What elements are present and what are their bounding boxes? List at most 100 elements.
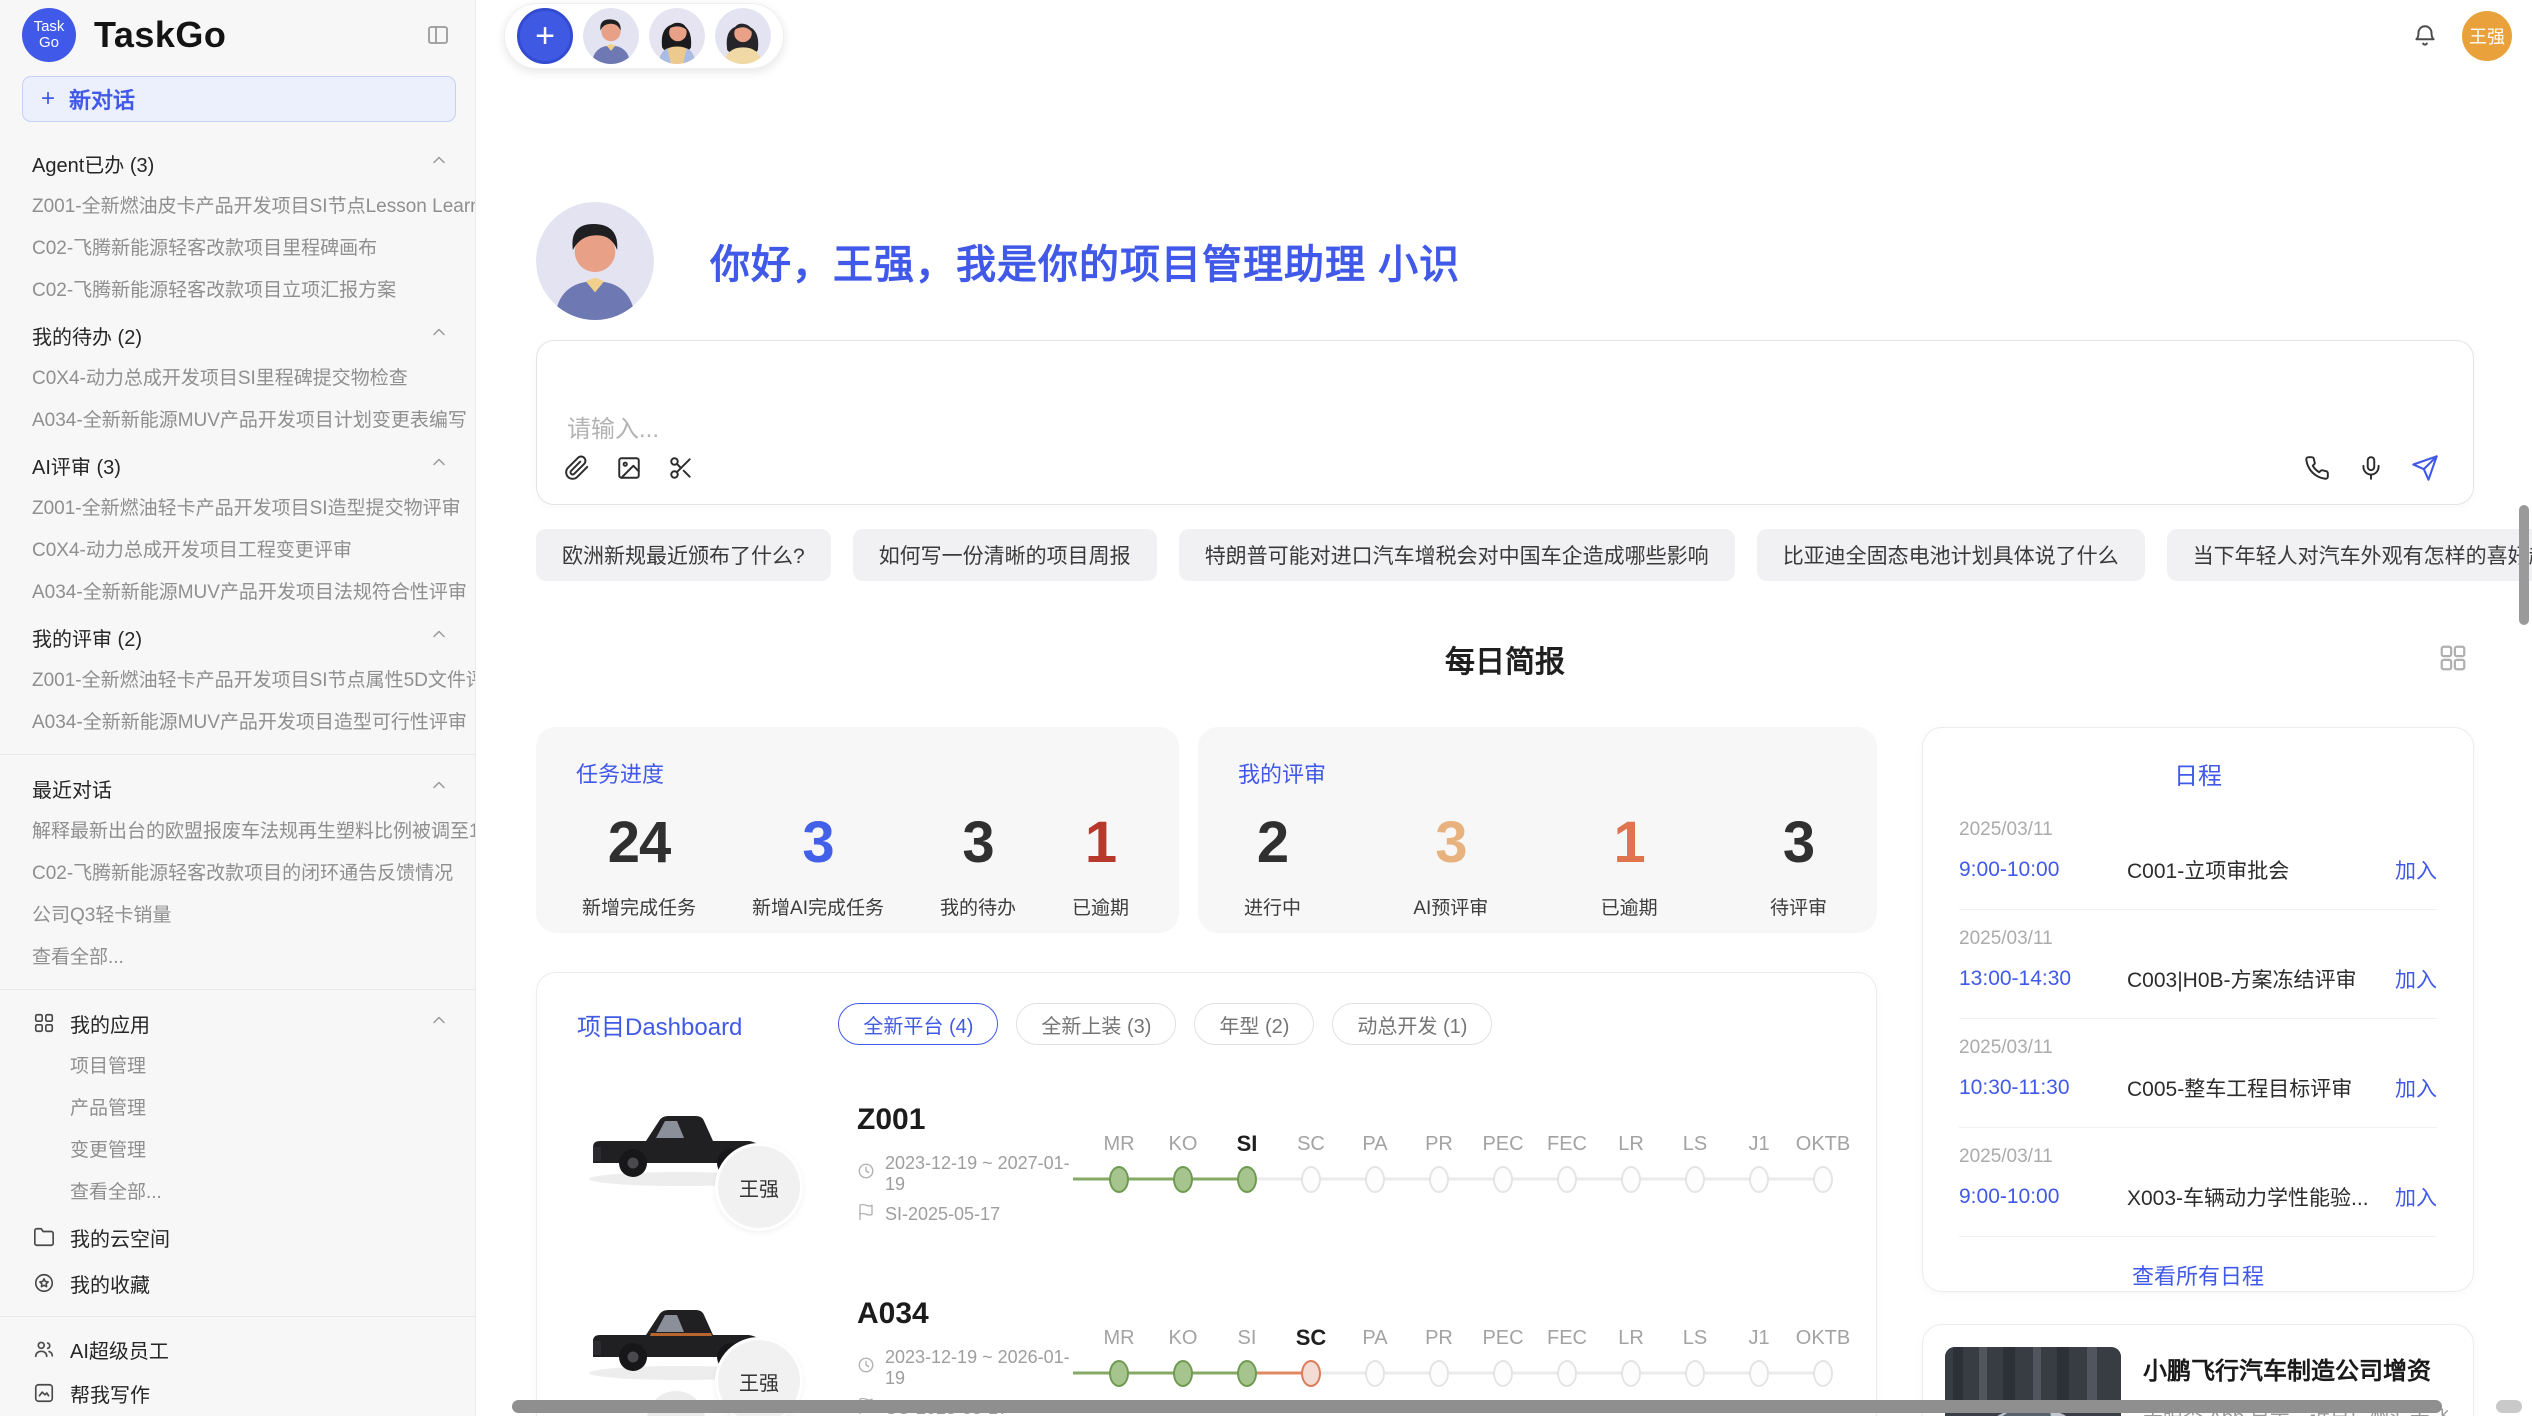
- divider: [0, 754, 475, 755]
- view-all-conversations[interactable]: 查看全部...: [0, 937, 475, 979]
- milestone-label: PR: [1407, 1323, 1471, 1353]
- stat-value: 2: [1244, 807, 1301, 879]
- milestone-dot-todo: [1557, 1360, 1577, 1387]
- project-dates: 2023-12-19 ~ 2026-01-19: [885, 1347, 1087, 1389]
- schedule-card: 日程 2025/03/11 9:00-10:00 C001-立项审批会 加入 2…: [1922, 727, 2474, 1292]
- sidebar-section-my-todo[interactable]: 我的待办 (2): [0, 312, 475, 358]
- project-flag: SI-2025-05-17: [885, 1204, 1000, 1225]
- sidebar-item-ai-super-staff[interactable]: AI超级员工: [0, 1327, 475, 1371]
- user-avatar[interactable]: 王强: [2462, 11, 2512, 61]
- sidebar-section-recent[interactable]: 最近对话: [0, 765, 475, 811]
- tab-new-body[interactable]: 全新上装 (3): [1016, 1003, 1176, 1045]
- conversation-item[interactable]: C02-飞腾新能源轻客改款项目的闭环通告反馈情况: [0, 853, 475, 895]
- milestone-dot-todo: [1813, 1166, 1833, 1193]
- schedule-event: 2025/03/11 13:00-14:30 C003|H0B-方案冻结评审 加…: [1959, 909, 2437, 1018]
- milestone-dot-done: [1109, 1360, 1129, 1387]
- join-button[interactable]: 加入: [2395, 964, 2437, 994]
- suggestion-chip[interactable]: 比亚迪全固态电池计划具体说了什么: [1757, 529, 2145, 581]
- my-review-card: 我的评审 2 进行中 3 AI预评审 1: [1198, 727, 1877, 933]
- hero: 你好，王强，我是你的项目管理助理 小识: [536, 202, 2474, 320]
- chevron-up-icon: [429, 775, 449, 801]
- agent-avatar-3[interactable]: [715, 8, 771, 64]
- tab-new-platform[interactable]: 全新平台 (4): [838, 1003, 998, 1045]
- stat-label: 新增AI完成任务: [752, 893, 884, 920]
- sidebar-collapse-icon[interactable]: [423, 22, 453, 48]
- project-row[interactable]: 王强 A034 2023-12-19 ~ 2026-01-19 SC-2025-…: [577, 1283, 1836, 1416]
- conversation-item[interactable]: C0X4-动力总成开发项目工程变更评审: [0, 530, 475, 572]
- grid-icon: [32, 1011, 56, 1035]
- dashboard-tabs: 全新平台 (4) 全新上装 (3) 年型 (2) 动总开发 (1): [838, 1003, 1492, 1045]
- conversation-item[interactable]: A034-全新新能源MUV产品开发项目法规符合性评审: [0, 572, 475, 614]
- milestone-label: FEC: [1535, 1323, 1599, 1353]
- card-title: 任务进度: [576, 757, 1135, 789]
- plus-icon: +: [41, 85, 55, 113]
- conversation-item[interactable]: 公司Q3轻卡销量: [0, 895, 475, 937]
- conversation-item[interactable]: C02-飞腾新能源轻客改款项目里程碑画布: [0, 228, 475, 270]
- stat-new-ai-completed: 3 新增AI完成任务: [752, 807, 884, 920]
- sidebar-item-help-write[interactable]: 帮我写作: [0, 1371, 475, 1415]
- suggestion-chip[interactable]: 特朗普可能对进口汽车增税会对中国车企造成哪些影响: [1179, 529, 1735, 581]
- sidebar-section-my-review[interactable]: 我的评审 (2): [0, 614, 475, 660]
- composer[interactable]: 请输入...: [536, 340, 2474, 505]
- conversation-item[interactable]: Z001-全新燃油轻卡产品开发项目SI节点属性5D文件评审: [0, 660, 475, 702]
- tab-powertrain[interactable]: 动总开发 (1): [1332, 1003, 1492, 1045]
- suggestion-chip[interactable]: 欧洲新规最近颁布了什么?: [536, 529, 831, 581]
- topbar-right: 王强: [2410, 11, 2512, 61]
- section-header-label: 我的应用: [70, 1009, 150, 1038]
- mic-icon[interactable]: [2357, 454, 2385, 482]
- layout-icon[interactable]: [2438, 643, 2468, 678]
- schedule-title: 日程: [1959, 756, 2437, 791]
- milestone-label: OKTB: [1791, 1129, 1855, 1159]
- agent-avatar-2[interactable]: [649, 8, 705, 64]
- tab-year-model[interactable]: 年型 (2): [1194, 1003, 1314, 1045]
- sidebar-app-product-mgmt[interactable]: 产品管理: [0, 1088, 475, 1130]
- sidebar-item-cloud-space[interactable]: 我的云空间: [0, 1214, 475, 1260]
- agent-avatar-1[interactable]: [583, 8, 639, 64]
- join-button[interactable]: 加入: [2395, 1073, 2437, 1103]
- suggestion-chip[interactable]: 如何写一份清晰的项目周报: [853, 529, 1157, 581]
- view-all-apps[interactable]: 查看全部...: [0, 1172, 475, 1214]
- sidebar-section-my-apps[interactable]: 我的应用: [0, 1000, 475, 1046]
- paperclip-icon[interactable]: [563, 454, 591, 482]
- news-title: 小鹏飞行汽车制造公司增资: [2143, 1351, 2451, 1386]
- milestone-dot-done: [1237, 1360, 1257, 1387]
- milestone-dot-todo: [1493, 1360, 1513, 1387]
- stat-value: 1: [1072, 807, 1129, 879]
- agent-avatar-pill: +: [504, 3, 784, 69]
- scissors-icon[interactable]: [667, 454, 695, 482]
- project-dashboard-card: 项目Dashboard 全新平台 (4) 全新上装 (3) 年型 (2) 动总开…: [536, 972, 1877, 1416]
- logo-text-bottom: Go: [39, 35, 59, 51]
- project-row[interactable]: 王强 Z001 2023-12-19 ~ 2027-01-19 SI-2025-…: [577, 1089, 1836, 1239]
- suggestion-chip[interactable]: 当下年轻人对汽车外观有怎样的喜好趋势: [2167, 529, 2532, 581]
- conversation-item[interactable]: 解释最新出台的欧盟报废车法规再生塑料比例被调至15%...: [0, 811, 475, 853]
- phone-icon[interactable]: [2303, 454, 2331, 482]
- frame-write-icon: [32, 1381, 56, 1405]
- view-all-schedule[interactable]: 查看所有日程: [1959, 1236, 2437, 1291]
- sidebar-item-favorites[interactable]: 我的收藏: [0, 1260, 475, 1306]
- send-icon[interactable]: [2411, 454, 2439, 482]
- join-button[interactable]: 加入: [2395, 1182, 2437, 1212]
- conversation-item[interactable]: C02-飞腾新能源轻客改款项目立项汇报方案: [0, 270, 475, 312]
- event-date: 2025/03/11: [1959, 928, 2437, 950]
- horizontal-scrollbar[interactable]: [512, 1400, 2442, 1413]
- image-icon[interactable]: [615, 454, 643, 482]
- conversation-item[interactable]: Z001-全新燃油皮卡产品开发项目SI节点Lesson Learn报告: [0, 186, 475, 228]
- bell-icon[interactable]: [2410, 21, 2440, 51]
- sidebar-section-ai-review[interactable]: AI评审 (3): [0, 442, 475, 488]
- vertical-scrollbar[interactable]: [2519, 505, 2529, 625]
- stat-label: 已逾期: [1072, 893, 1129, 920]
- sidebar-app-change-mgmt[interactable]: 变更管理: [0, 1130, 475, 1172]
- conversation-item[interactable]: A034-全新新能源MUV产品开发项目造型可行性评审: [0, 702, 475, 744]
- milestone-dot-todo: [1749, 1360, 1769, 1387]
- sidebar-app-project-mgmt[interactable]: 项目管理: [0, 1046, 475, 1088]
- conversation-item[interactable]: A034-全新新能源MUV产品开发项目计划变更表编写: [0, 400, 475, 442]
- conversation-item[interactable]: Z001-全新燃油轻卡产品开发项目SI造型提交物评审: [0, 488, 475, 530]
- milestone-label: SC: [1279, 1129, 1343, 1159]
- conversation-item[interactable]: C0X4-动力总成开发项目SI里程碑提交物检查: [0, 358, 475, 400]
- stat-label: 新增完成任务: [582, 893, 696, 920]
- join-button[interactable]: 加入: [2395, 855, 2437, 885]
- milestone-label-current: SI: [1215, 1129, 1279, 1159]
- sidebar-section-agent-done[interactable]: Agent已办 (3): [0, 140, 475, 186]
- new-chat-button[interactable]: + 新对话: [22, 76, 456, 122]
- add-agent-button[interactable]: +: [517, 8, 573, 64]
